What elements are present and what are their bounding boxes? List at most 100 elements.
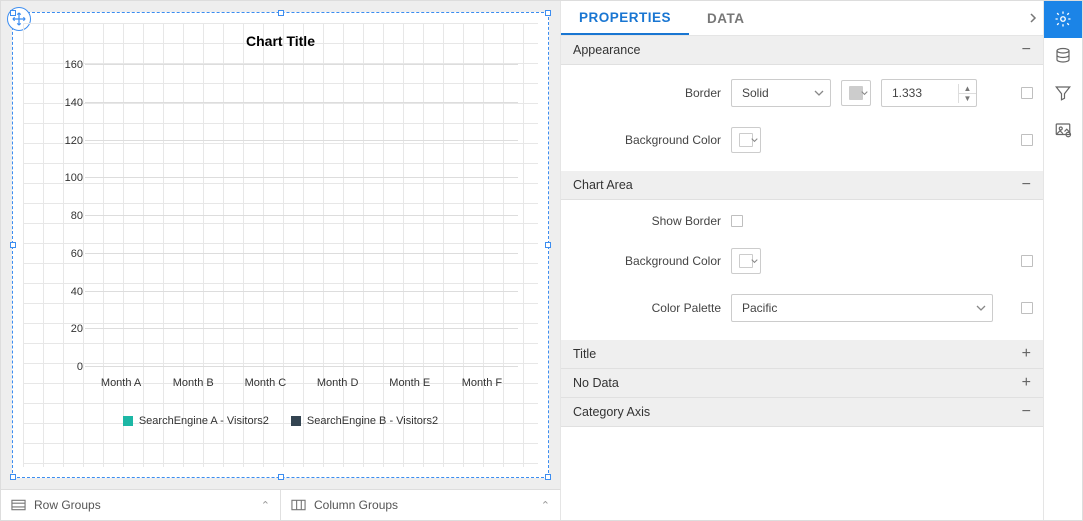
panel-collapse-button[interactable] <box>1021 1 1043 35</box>
rail-data-button[interactable] <box>1044 38 1082 75</box>
section-header-title[interactable]: Title + <box>561 340 1043 369</box>
prop-row-show-border: Show Border <box>571 214 1033 228</box>
column-groups-label: Column Groups <box>314 498 398 512</box>
x-tick-label: Month B <box>157 377 229 389</box>
spin-down-icon[interactable]: ▼ <box>959 94 976 103</box>
plus-icon: + <box>1022 374 1031 392</box>
tab-data[interactable]: DATA <box>689 1 763 35</box>
section-title: Title <box>573 347 596 361</box>
x-tick-label: Month D <box>302 377 374 389</box>
legend-label: SearchEngine B - Visitors2 <box>307 415 438 427</box>
show-border-label: Show Border <box>571 214 721 228</box>
y-tick-label: 20 <box>45 323 83 335</box>
y-tick-label: 100 <box>45 172 83 184</box>
resize-handle[interactable] <box>545 242 551 248</box>
resize-handle[interactable] <box>278 10 284 16</box>
border-width-field[interactable]: 1.333 ▲▼ <box>881 79 977 107</box>
x-tick-label: Month A <box>85 377 157 389</box>
collapse-icon[interactable]: ⌃ <box>541 499 550 512</box>
x-tick-label: Month E <box>374 377 446 389</box>
right-pane: PROPERTIES DATA Appearance − Border Soli… <box>561 1 1082 520</box>
chart-legend: SearchEngine A - Visitors2 SearchEngine B… <box>23 415 538 427</box>
collapse-icon[interactable]: ⌃ <box>261 499 270 512</box>
canvas[interactable]: Chart Title 020406080100120140160 Month … <box>1 1 561 489</box>
selection-frame[interactable]: Chart Title 020406080100120140160 Month … <box>12 12 549 478</box>
chevron-down-icon <box>976 303 986 313</box>
ca-bgcolor-label: Background Color <box>571 254 721 268</box>
section-header-no-data[interactable]: No Data + <box>561 369 1043 398</box>
resize-handle[interactable] <box>545 10 551 16</box>
gear-icon <box>1054 10 1072 28</box>
color-palette-value: Pacific <box>742 301 777 315</box>
spin-up-icon[interactable]: ▲ <box>959 84 976 94</box>
ca-bgcolor-picker[interactable] <box>731 248 761 274</box>
color-palette-label: Color Palette <box>571 301 721 315</box>
border-expression-checkbox[interactable] <box>1021 87 1033 99</box>
y-tick-label: 60 <box>45 248 83 260</box>
resize-handle[interactable] <box>10 242 16 248</box>
bgcolor-expression-checkbox[interactable] <box>1021 134 1033 146</box>
y-tick-label: 120 <box>45 135 83 147</box>
properties-panel: PROPERTIES DATA Appearance − Border Soli… <box>561 1 1044 520</box>
rail-properties-button[interactable] <box>1044 1 1082 38</box>
border-width-value: 1.333 <box>882 86 958 100</box>
legend-item[interactable]: SearchEngine B - Visitors2 <box>291 415 438 427</box>
minus-icon: − <box>1022 403 1031 421</box>
chart-title: Chart Title <box>23 23 538 49</box>
x-tick-label: Month C <box>229 377 301 389</box>
bgcolor-picker[interactable] <box>731 127 761 153</box>
resize-handle[interactable] <box>10 474 16 480</box>
section-title: Chart Area <box>573 178 633 192</box>
column-groups-cell[interactable]: Column Groups ⌃ <box>281 490 560 520</box>
show-border-checkbox[interactable] <box>731 215 743 227</box>
section-title: No Data <box>573 376 619 390</box>
prop-row-border: Border Solid 1.333 ▲▼ <box>571 79 1033 107</box>
prop-row-color-palette: Color Palette Pacific <box>571 294 1033 322</box>
side-rail <box>1044 1 1082 520</box>
resize-handle[interactable] <box>278 474 284 480</box>
resize-handle[interactable] <box>10 10 16 16</box>
app-root: Chart Title 020406080100120140160 Month … <box>0 0 1083 521</box>
spinner[interactable]: ▲▼ <box>958 84 976 103</box>
y-tick-label: 140 <box>45 97 83 109</box>
bgcolor-label: Background Color <box>571 133 721 147</box>
plot-area: 020406080100120140160 <box>85 65 518 367</box>
tab-properties[interactable]: PROPERTIES <box>561 1 689 35</box>
color-palette-expression-checkbox[interactable] <box>1021 302 1033 314</box>
legend-item[interactable]: SearchEngine A - Visitors2 <box>123 415 269 427</box>
rail-image-button[interactable] <box>1044 112 1082 149</box>
y-tick-label: 160 <box>45 59 83 71</box>
y-tick-label: 80 <box>45 210 83 222</box>
color-palette-select[interactable]: Pacific <box>731 294 993 322</box>
row-groups-cell[interactable]: Row Groups ⌃ <box>1 490 281 520</box>
border-color-picker[interactable] <box>841 80 871 106</box>
legend-swatch <box>123 416 133 426</box>
resize-handle[interactable] <box>545 474 551 480</box>
chart-container[interactable]: Chart Title 020406080100120140160 Month … <box>23 23 538 467</box>
image-settings-icon <box>1054 121 1072 139</box>
border-style-value: Solid <box>742 86 769 100</box>
section-header-chart-area[interactable]: Chart Area − <box>561 171 1043 200</box>
rows-icon <box>11 499 26 511</box>
x-tick-label: Month F <box>446 377 518 389</box>
ca-bgcolor-expression-checkbox[interactable] <box>1021 255 1033 267</box>
minus-icon: − <box>1022 41 1031 59</box>
columns-icon <box>291 499 306 511</box>
prop-row-bgcolor: Background Color <box>571 127 1033 153</box>
section-header-category-axis[interactable]: Category Axis − <box>561 398 1043 427</box>
chevron-down-icon <box>751 258 758 265</box>
y-tick-label: 40 <box>45 286 83 298</box>
rail-filter-button[interactable] <box>1044 75 1082 112</box>
panel-tabs: PROPERTIES DATA <box>561 1 1043 36</box>
y-tick-label: 0 <box>45 361 83 373</box>
prop-row-ca-bgcolor: Background Color <box>571 248 1033 274</box>
database-icon <box>1054 47 1072 65</box>
chevron-down-icon <box>751 137 758 144</box>
x-axis-labels: Month AMonth BMonth CMonth DMonth EMonth… <box>85 377 518 389</box>
section-header-appearance[interactable]: Appearance − <box>561 36 1043 65</box>
legend-swatch <box>291 416 301 426</box>
border-style-select[interactable]: Solid <box>731 79 831 107</box>
section-title: Appearance <box>573 43 640 57</box>
row-groups-label: Row Groups <box>34 498 101 512</box>
y-axis: 020406080100120140160 <box>45 65 83 367</box>
